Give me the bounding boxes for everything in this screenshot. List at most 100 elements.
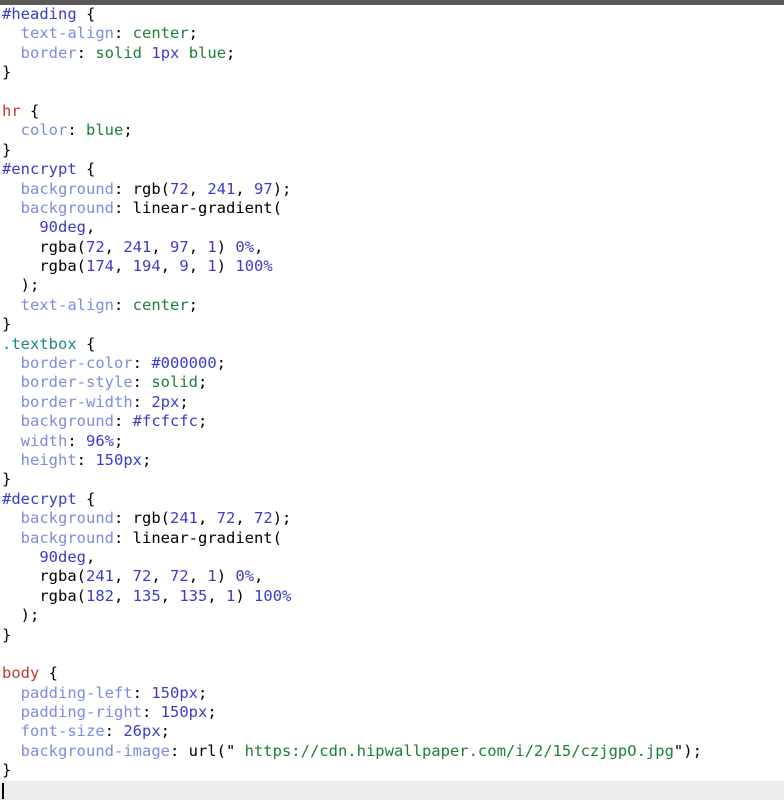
code-text-area[interactable]: #heading { text-align: center; border: s… [0,5,784,800]
token-num: 1px [151,43,180,62]
code-line[interactable]: padding-left: 150px; [0,684,784,703]
token-plain: : [132,392,152,411]
token-plain: ); [272,179,292,198]
code-line[interactable]: rgba(182, 135, 135, 1) 100% [0,587,784,606]
token-plain: , [151,567,171,586]
code-line[interactable]: width: 96%; [0,432,784,451]
code-line[interactable]: text-align: center; [0,24,784,43]
token-plain: } [2,63,12,82]
code-line[interactable]: .textbox { [0,335,784,354]
token-plain: , [160,586,180,605]
code-line[interactable]: rgba(72, 241, 97, 1) 0%, [0,238,784,257]
code-line[interactable]: height: 150px; [0,451,784,470]
code-line[interactable]: color: blue; [0,121,784,140]
token-plain: ); [2,276,40,295]
token-id: #heading [2,5,77,23]
token-plain: ; [226,43,236,62]
token-plain: : [132,683,152,702]
token-plain: ; [188,295,199,314]
token-num: 97 [170,237,189,256]
code-line[interactable]: background: linear-gradient( [0,199,784,218]
token-plain: : [132,373,152,392]
token-value: solid [151,373,198,392]
code-line[interactable]: font-size: 26px; [0,722,784,741]
token-plain: { [20,101,40,120]
token-plain: ) [216,257,236,276]
token-prop: text-align [20,24,114,43]
token-id: #decrypt [2,489,77,508]
code-line[interactable] [0,83,784,102]
token-prop: padding-right [20,703,142,722]
code-line[interactable]: rgba(241, 72, 72, 1) 0%, [0,567,784,586]
token-plain: } [2,140,12,159]
code-line[interactable]: } [0,63,784,82]
code-editor[interactable]: #heading { text-align: center; border: s… [0,0,784,800]
token-plain: : [67,431,87,450]
token-num: 1 [207,567,217,586]
code-line[interactable]: padding-right: 150px; [0,703,784,722]
token-plain: : linear-gradient( [114,198,282,217]
code-line[interactable]: ); [0,606,784,625]
code-line[interactable]: rgba(174, 194, 9, 1) 100% [0,257,784,276]
token-num: 72 [132,567,152,586]
code-line[interactable]: #decrypt { [0,490,784,509]
code-line[interactable]: ); [0,276,784,295]
token-plain: : rgb( [114,179,170,198]
token-plain: { [39,664,58,683]
code-line[interactable]: border-width: 2px; [0,393,784,412]
code-line[interactable]: } [0,315,784,334]
token-plain: , [86,218,96,237]
token-plain: , [188,237,208,256]
token-plain: , [151,237,171,256]
code-line[interactable]: } [0,626,784,645]
code-line[interactable]: #encrypt { [0,160,784,179]
token-num: 97 [254,179,273,198]
token-plain: { [76,489,96,508]
code-line[interactable]: background: rgb(241, 72, 72); [0,509,784,528]
code-line[interactable]: 90deg, [0,218,784,237]
code-line[interactable]: hr { [0,102,784,121]
token-prop: background [20,179,114,198]
code-line[interactable]: 90deg, [0,548,784,567]
code-line[interactable] [0,780,784,800]
token-value: center [132,295,189,314]
token-plain: : [114,24,133,43]
code-line[interactable]: body { [0,664,784,683]
token-prop: width [20,431,68,450]
token-value: solid [95,43,143,62]
token-plain: ; [207,703,217,722]
code-line[interactable]: #heading { [0,5,784,24]
token-num: 26px [123,722,161,741]
code-line[interactable]: } [0,761,784,780]
text-caret [2,782,4,799]
token-plain: ; [123,121,133,140]
code-line[interactable] [0,645,784,664]
code-line[interactable]: background: #fcfcfc; [0,412,784,431]
token-num: 2px [151,392,180,411]
code-line[interactable]: background: rgb(72, 241, 97); [0,180,784,199]
code-line[interactable]: border-style: solid; [0,373,784,392]
token-plain: } [2,470,12,489]
token-num: 100% [235,257,273,276]
token-prop: border-color [20,354,133,373]
code-line[interactable]: background: linear-gradient( [0,529,784,548]
code-line[interactable]: background-image: url(" https://cdn.hipw… [0,742,784,761]
code-line[interactable]: border: solid 1px blue; [0,44,784,63]
code-line[interactable]: text-align: center; [0,296,784,315]
code-line[interactable]: border-color: #000000; [0,354,784,373]
token-plain: , [207,586,227,605]
code-line[interactable]: } [0,141,784,160]
token-plain: : [114,295,133,314]
code-line[interactable]: } [0,470,784,489]
